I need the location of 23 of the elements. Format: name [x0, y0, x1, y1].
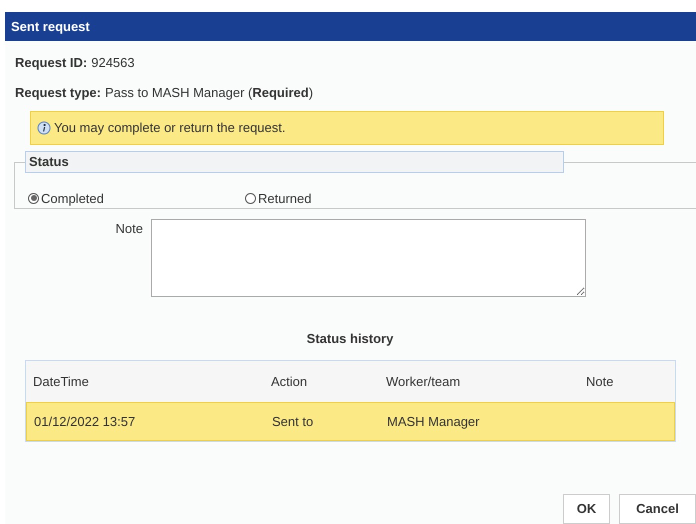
info-text: You may complete or return the request.: [54, 119, 286, 138]
field-value: 924563: [91, 54, 135, 72]
column-header: Note: [586, 372, 614, 391]
field-label: Request ID:: [15, 54, 88, 72]
dialog-button[interactable]: OK: [563, 494, 610, 524]
note-field[interactable]: [151, 218, 586, 297]
table-cell: MASH Manager: [387, 414, 480, 429]
history-title: Status history: [306, 330, 394, 348]
status-legend: Status: [25, 150, 564, 173]
field-value: Pass to MASH Manager (Required): [104, 84, 314, 102]
table-cell: Sent to: [272, 414, 314, 429]
column-header: DateTime: [33, 372, 90, 391]
status-radio[interactable]: Completed: [28, 188, 245, 208]
info-icon: [37, 120, 51, 135]
note-label: Note: [114, 220, 144, 238]
history-row[interactable]: 01/12/2022 13:57 Sent to MASH Manager: [26, 402, 675, 442]
column-header: Worker/team: [386, 372, 462, 391]
table-cell: 01/12/2022 13:57: [34, 414, 136, 429]
column-header: Action: [271, 372, 308, 391]
status-radio[interactable]: Returned: [245, 188, 462, 208]
field-label: Request type:: [15, 84, 101, 102]
dialog-button[interactable]: Cancel: [619, 494, 696, 524]
dialog-title-bar: Sent request: [5, 12, 696, 42]
